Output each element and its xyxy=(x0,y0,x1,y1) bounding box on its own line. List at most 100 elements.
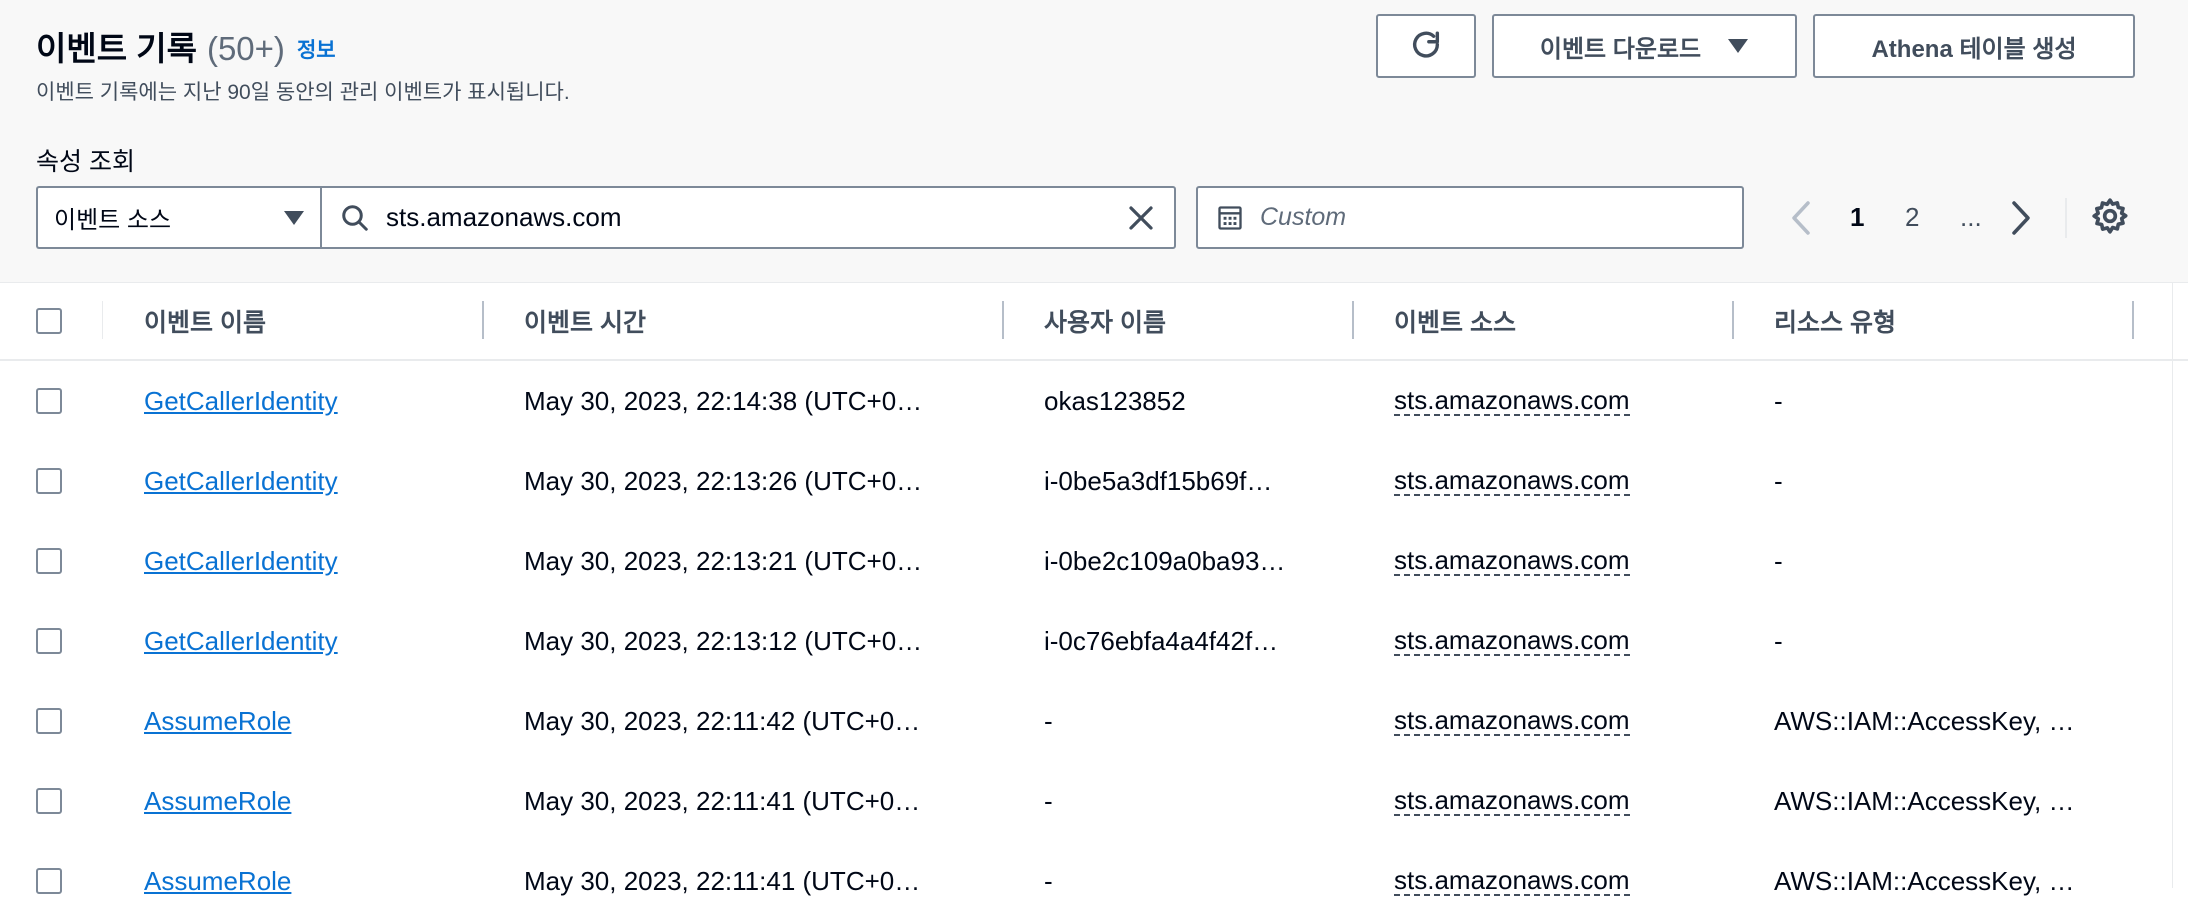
event-source-cell: sts.amazonaws.com xyxy=(1394,521,1724,601)
page-title-text: 이벤트 기록 xyxy=(36,30,197,67)
column-header-resource-type[interactable]: 리소스 유형 xyxy=(1774,283,1896,359)
pagination-divider xyxy=(2065,198,2067,238)
event-source-value[interactable]: sts.amazonaws.com xyxy=(1394,706,1630,737)
resource-type-cell: AWS::IAM::AccessKey, … xyxy=(1774,785,2075,816)
event-name-cell: GetCallerIdentity xyxy=(144,441,474,521)
table-row: AssumeRole May 30, 2023, 22:11:42 (UTC+0… xyxy=(0,681,2188,763)
info-link[interactable]: 정보 xyxy=(297,39,336,62)
table-row: GetCallerIdentity May 30, 2023, 22:14:38… xyxy=(0,361,2188,443)
date-range-placeholder: Custom xyxy=(1260,203,1347,231)
event-source-value[interactable]: sts.amazonaws.com xyxy=(1394,466,1630,497)
page-description: 이벤트 기록에는 지난 90일 동안의 관리 이벤트가 표시됩니다. xyxy=(36,81,570,104)
event-name-cell: GetCallerIdentity xyxy=(144,601,474,681)
column-header-event-time[interactable]: 이벤트 시간 xyxy=(524,283,646,359)
event-source-value[interactable]: sts.amazonaws.com xyxy=(1394,386,1630,417)
user-name-cell: i-0be2c109a0ba93… xyxy=(1044,545,1286,576)
event-source-value[interactable]: sts.amazonaws.com xyxy=(1394,786,1630,817)
row-checkbox-cell xyxy=(36,601,62,681)
row-checkbox[interactable] xyxy=(36,868,62,894)
search-input-value: sts.amazonaws.com xyxy=(386,202,622,232)
row-checkbox-cell xyxy=(36,761,62,841)
page-ellipsis: ... xyxy=(1960,202,1982,232)
event-name-link[interactable]: GetCallerIdentity xyxy=(144,466,338,497)
event-name-link[interactable]: AssumeRole xyxy=(144,786,291,817)
download-events-label: 이벤트 다운로드 xyxy=(1539,35,1702,63)
next-page-button[interactable] xyxy=(2010,186,2032,249)
caret-down-icon xyxy=(1728,39,1749,53)
event-name-link[interactable]: GetCallerIdentity xyxy=(144,546,338,577)
attribute-select[interactable]: 이벤트 소스 xyxy=(36,186,321,249)
event-name-cell: AssumeRole xyxy=(144,761,474,841)
refresh-button[interactable] xyxy=(1376,14,1476,78)
select-all-checkbox-cell[interactable] xyxy=(36,283,62,359)
resource-type-cell: - xyxy=(1774,625,1783,656)
user-name-cell: okas123852 xyxy=(1044,385,1186,416)
event-time-cell: May 30, 2023, 22:11:41 (UTC+0… xyxy=(524,865,921,896)
column-header-event-name[interactable]: 이벤트 이름 xyxy=(144,283,266,359)
resource-type-cell: - xyxy=(1774,545,1783,576)
table-row: AssumeRole May 30, 2023, 22:11:41 (UTC+0… xyxy=(0,761,2188,843)
column-divider xyxy=(102,301,103,339)
event-source-value[interactable]: sts.amazonaws.com xyxy=(1394,626,1630,657)
event-name-link[interactable]: GetCallerIdentity xyxy=(144,386,338,417)
user-name-cell: - xyxy=(1044,785,1053,816)
table-row: GetCallerIdentity May 30, 2023, 22:13:26… xyxy=(0,441,2188,523)
filter-label: 속성 조회 xyxy=(36,148,135,176)
event-source-cell: sts.amazonaws.com xyxy=(1394,681,1724,761)
event-time-cell: May 30, 2023, 22:14:38 (UTC+0… xyxy=(524,385,923,416)
row-checkbox[interactable] xyxy=(36,388,62,414)
column-header-user-name[interactable]: 사용자 이름 xyxy=(1044,283,1166,359)
event-time-cell: May 30, 2023, 22:11:41 (UTC+0… xyxy=(524,785,921,816)
page-2-button[interactable]: 2 xyxy=(1905,186,1919,249)
row-checkbox[interactable] xyxy=(36,788,62,814)
event-time-cell: May 30, 2023, 22:13:26 (UTC+0… xyxy=(524,465,923,496)
create-athena-table-button[interactable]: Athena 테이블 생성 xyxy=(1813,14,2135,78)
event-name-link[interactable]: GetCallerIdentity xyxy=(144,626,338,657)
row-checkbox[interactable] xyxy=(36,628,62,654)
download-events-button[interactable]: 이벤트 다운로드 xyxy=(1492,14,1797,78)
event-source-cell: sts.amazonaws.com xyxy=(1394,361,1724,441)
row-checkbox-cell xyxy=(36,441,62,521)
column-resizer[interactable] xyxy=(1732,301,1734,339)
clear-icon[interactable] xyxy=(1126,203,1156,233)
resource-type-cell: AWS::IAM::AccessKey, … xyxy=(1774,705,2075,736)
row-checkbox[interactable] xyxy=(36,468,62,494)
event-history-page: 이벤트 기록 (50+) 정보 이벤트 기록에는 지난 90일 동안의 관리 이벤트… xyxy=(0,0,2188,897)
search-input[interactable]: sts.amazonaws.com xyxy=(320,186,1176,249)
row-checkbox[interactable] xyxy=(36,708,62,734)
event-name-link[interactable]: AssumeRole xyxy=(144,706,291,737)
event-source-cell: sts.amazonaws.com xyxy=(1394,841,1724,921)
page-1-button[interactable]: 1 xyxy=(1850,186,1864,249)
column-resizer[interactable] xyxy=(1352,301,1354,339)
event-name-cell: AssumeRole xyxy=(144,681,474,761)
event-source-value[interactable]: sts.amazonaws.com xyxy=(1394,866,1630,897)
row-checkbox-cell xyxy=(36,521,62,601)
event-count: (50+) xyxy=(206,30,285,67)
gear-icon[interactable] xyxy=(2090,196,2130,236)
page-header: 이벤트 기록 (50+) 정보 이벤트 기록에는 지난 90일 동안의 관리 이벤트… xyxy=(0,0,2188,283)
select-all-checkbox[interactable] xyxy=(36,308,62,334)
event-name-link[interactable]: AssumeRole xyxy=(144,866,291,897)
column-resizer[interactable] xyxy=(1002,301,1004,339)
event-name-cell: GetCallerIdentity xyxy=(144,361,474,441)
table-scrollbar[interactable] xyxy=(2172,283,2173,888)
event-source-cell: sts.amazonaws.com xyxy=(1394,761,1724,841)
user-name-cell: i-0c76ebfa4a4f42f… xyxy=(1044,625,1279,656)
chevron-right-icon xyxy=(2012,200,2030,235)
calendar-icon xyxy=(1218,205,1242,230)
event-source-value[interactable]: sts.amazonaws.com xyxy=(1394,546,1630,577)
date-range-picker[interactable]: Custom xyxy=(1196,186,1744,249)
resource-type-cell: AWS::IAM::AccessKey, … xyxy=(1774,865,2075,896)
previous-page-button[interactable] xyxy=(1790,186,1812,249)
column-header-event-source[interactable]: 이벤트 소스 xyxy=(1394,283,1516,359)
table-row: GetCallerIdentity May 30, 2023, 22:13:12… xyxy=(0,601,2188,683)
row-checkbox[interactable] xyxy=(36,548,62,574)
column-resizer[interactable] xyxy=(482,301,484,339)
chevron-left-icon xyxy=(1792,200,1810,235)
event-source-cell: sts.amazonaws.com xyxy=(1394,601,1724,681)
user-name-cell: - xyxy=(1044,705,1053,736)
attribute-select-value: 이벤트 소스 xyxy=(54,207,172,234)
event-time-cell: May 30, 2023, 22:11:42 (UTC+0… xyxy=(524,705,921,736)
event-name-cell: AssumeRole xyxy=(144,841,474,921)
column-resizer[interactable] xyxy=(2132,301,2134,339)
